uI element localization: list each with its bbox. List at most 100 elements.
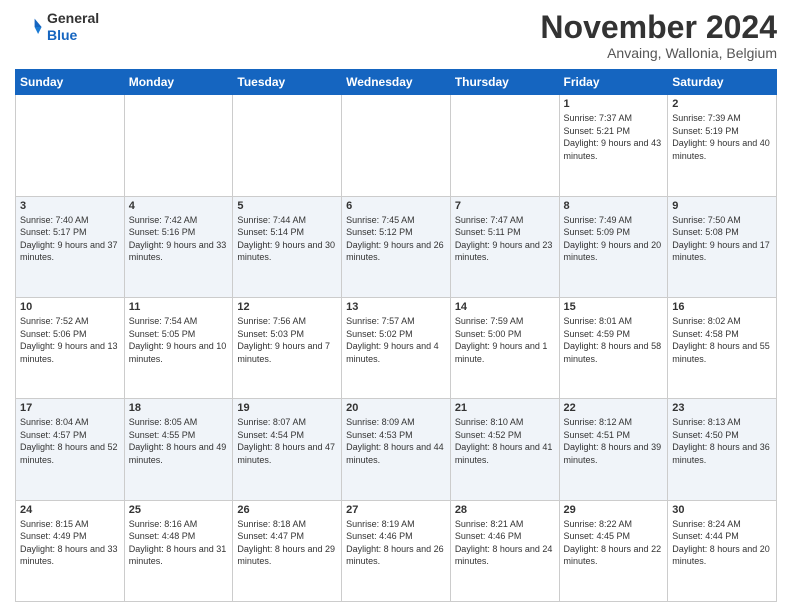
calendar-cell: 17 Sunrise: 8:04 AM Sunset: 4:57 PM Dayli… — [16, 399, 125, 500]
day-info: Sunrise: 7:37 AM Sunset: 5:21 PM Dayligh… — [564, 112, 664, 162]
day-number: 27 — [346, 504, 446, 516]
calendar: SundayMondayTuesdayWednesdayThursdayFrid… — [15, 69, 777, 602]
calendar-body: 1 Sunrise: 7:37 AM Sunset: 5:21 PM Daylig… — [16, 95, 777, 602]
logo-text: General Blue — [47, 10, 99, 44]
day-number: 16 — [672, 301, 772, 313]
day-number: 12 — [237, 301, 337, 313]
weekday-header-sunday: Sunday — [16, 70, 125, 95]
day-info: Sunrise: 8:13 AM Sunset: 4:50 PM Dayligh… — [672, 416, 772, 466]
day-info: Sunrise: 7:45 AM Sunset: 5:12 PM Dayligh… — [346, 214, 446, 264]
weekday-header-tuesday: Tuesday — [233, 70, 342, 95]
calendar-cell: 25 Sunrise: 8:16 AM Sunset: 4:48 PM Dayli… — [124, 500, 233, 601]
day-info: Sunrise: 8:15 AM Sunset: 4:49 PM Dayligh… — [20, 518, 120, 568]
calendar-cell: 23 Sunrise: 8:13 AM Sunset: 4:50 PM Dayli… — [668, 399, 777, 500]
day-number: 30 — [672, 504, 772, 516]
day-info: Sunrise: 8:19 AM Sunset: 4:46 PM Dayligh… — [346, 518, 446, 568]
day-info: Sunrise: 8:16 AM Sunset: 4:48 PM Dayligh… — [129, 518, 229, 568]
week-row-5: 24 Sunrise: 8:15 AM Sunset: 4:49 PM Dayli… — [16, 500, 777, 601]
week-row-4: 17 Sunrise: 8:04 AM Sunset: 4:57 PM Dayli… — [16, 399, 777, 500]
location: Anvaing, Wallonia, Belgium — [540, 45, 777, 61]
weekday-row: SundayMondayTuesdayWednesdayThursdayFrid… — [16, 70, 777, 95]
day-number: 24 — [20, 504, 120, 516]
page: General Blue November 2024 Anvaing, Wall… — [0, 0, 792, 612]
day-info: Sunrise: 7:56 AM Sunset: 5:03 PM Dayligh… — [237, 315, 337, 365]
day-info: Sunrise: 8:18 AM Sunset: 4:47 PM Dayligh… — [237, 518, 337, 568]
weekday-header-thursday: Thursday — [450, 70, 559, 95]
day-info: Sunrise: 8:24 AM Sunset: 4:44 PM Dayligh… — [672, 518, 772, 568]
calendar-cell: 9Sunrise: 7:50 AM Sunset: 5:08 PM Daylig… — [668, 196, 777, 297]
day-number: 25 — [129, 504, 229, 516]
day-number: 4 — [129, 200, 229, 212]
calendar-cell: 1 Sunrise: 7:37 AM Sunset: 5:21 PM Daylig… — [559, 95, 668, 196]
day-number: 19 — [237, 402, 337, 414]
day-number: 22 — [564, 402, 664, 414]
month-title: November 2024 — [540, 10, 777, 45]
day-number: 14 — [455, 301, 555, 313]
calendar-header: SundayMondayTuesdayWednesdayThursdayFrid… — [16, 70, 777, 95]
day-number: 21 — [455, 402, 555, 414]
calendar-cell: 20Sunrise: 8:09 AM Sunset: 4:53 PM Dayli… — [342, 399, 451, 500]
day-info: Sunrise: 7:42 AM Sunset: 5:16 PM Dayligh… — [129, 214, 229, 264]
day-number: 23 — [672, 402, 772, 414]
calendar-cell: 27 Sunrise: 8:19 AM Sunset: 4:46 PM Dayli… — [342, 500, 451, 601]
calendar-cell: 13 Sunrise: 7:57 AM Sunset: 5:02 PM Dayli… — [342, 297, 451, 398]
logo-general: General — [47, 10, 99, 27]
header: General Blue November 2024 Anvaing, Wall… — [15, 10, 777, 61]
logo-blue: Blue — [47, 27, 99, 44]
day-number: 1 — [564, 98, 664, 110]
calendar-cell: 6 Sunrise: 7:45 AM Sunset: 5:12 PM Daylig… — [342, 196, 451, 297]
calendar-cell: 16Sunrise: 8:02 AM Sunset: 4:58 PM Dayli… — [668, 297, 777, 398]
calendar-cell — [124, 95, 233, 196]
calendar-cell: 4 Sunrise: 7:42 AM Sunset: 5:16 PM Daylig… — [124, 196, 233, 297]
day-number: 29 — [564, 504, 664, 516]
day-info: Sunrise: 7:59 AM Sunset: 5:00 PM Dayligh… — [455, 315, 555, 365]
calendar-cell: 19 Sunrise: 8:07 AM Sunset: 4:54 PM Dayli… — [233, 399, 342, 500]
day-info: Sunrise: 8:09 AM Sunset: 4:53 PM Dayligh… — [346, 416, 446, 466]
weekday-header-wednesday: Wednesday — [342, 70, 451, 95]
day-number: 18 — [129, 402, 229, 414]
calendar-cell: 10 Sunrise: 7:52 AM Sunset: 5:06 PM Dayli… — [16, 297, 125, 398]
day-number: 17 — [20, 402, 120, 414]
day-info: Sunrise: 8:04 AM Sunset: 4:57 PM Dayligh… — [20, 416, 120, 466]
week-row-3: 10 Sunrise: 7:52 AM Sunset: 5:06 PM Dayli… — [16, 297, 777, 398]
day-number: 11 — [129, 301, 229, 313]
day-info: Sunrise: 7:54 AM Sunset: 5:05 PM Dayligh… — [129, 315, 229, 365]
day-number: 13 — [346, 301, 446, 313]
calendar-cell: 26Sunrise: 8:18 AM Sunset: 4:47 PM Dayli… — [233, 500, 342, 601]
day-info: Sunrise: 7:40 AM Sunset: 5:17 PM Dayligh… — [20, 214, 120, 264]
title-block: November 2024 Anvaing, Wallonia, Belgium — [540, 10, 777, 61]
day-info: Sunrise: 8:21 AM Sunset: 4:46 PM Dayligh… — [455, 518, 555, 568]
logo: General Blue — [15, 10, 99, 44]
calendar-cell — [450, 95, 559, 196]
calendar-cell — [342, 95, 451, 196]
day-info: Sunrise: 8:01 AM Sunset: 4:59 PM Dayligh… — [564, 315, 664, 365]
day-info: Sunrise: 7:39 AM Sunset: 5:19 PM Dayligh… — [672, 112, 772, 162]
day-info: Sunrise: 7:57 AM Sunset: 5:02 PM Dayligh… — [346, 315, 446, 365]
weekday-header-saturday: Saturday — [668, 70, 777, 95]
day-number: 15 — [564, 301, 664, 313]
day-number: 7 — [455, 200, 555, 212]
day-info: Sunrise: 7:52 AM Sunset: 5:06 PM Dayligh… — [20, 315, 120, 365]
week-row-2: 3Sunrise: 7:40 AM Sunset: 5:17 PM Daylig… — [16, 196, 777, 297]
day-number: 10 — [20, 301, 120, 313]
calendar-cell: 14 Sunrise: 7:59 AM Sunset: 5:00 PM Dayli… — [450, 297, 559, 398]
calendar-cell — [16, 95, 125, 196]
calendar-cell: 30 Sunrise: 8:24 AM Sunset: 4:44 PM Dayli… — [668, 500, 777, 601]
day-number: 28 — [455, 504, 555, 516]
calendar-cell: 3Sunrise: 7:40 AM Sunset: 5:17 PM Daylig… — [16, 196, 125, 297]
calendar-cell: 29Sunrise: 8:22 AM Sunset: 4:45 PM Dayli… — [559, 500, 668, 601]
calendar-cell: 5Sunrise: 7:44 AM Sunset: 5:14 PM Daylig… — [233, 196, 342, 297]
weekday-header-monday: Monday — [124, 70, 233, 95]
day-info: Sunrise: 7:49 AM Sunset: 5:09 PM Dayligh… — [564, 214, 664, 264]
day-number: 6 — [346, 200, 446, 212]
day-info: Sunrise: 8:10 AM Sunset: 4:52 PM Dayligh… — [455, 416, 555, 466]
calendar-cell: 11 Sunrise: 7:54 AM Sunset: 5:05 PM Dayli… — [124, 297, 233, 398]
logo-icon — [15, 13, 43, 41]
day-info: Sunrise: 8:12 AM Sunset: 4:51 PM Dayligh… — [564, 416, 664, 466]
calendar-cell: 24 Sunrise: 8:15 AM Sunset: 4:49 PM Dayli… — [16, 500, 125, 601]
day-number: 8 — [564, 200, 664, 212]
week-row-1: 1 Sunrise: 7:37 AM Sunset: 5:21 PM Daylig… — [16, 95, 777, 196]
calendar-cell: 22 Sunrise: 8:12 AM Sunset: 4:51 PM Dayli… — [559, 399, 668, 500]
calendar-cell: 18Sunrise: 8:05 AM Sunset: 4:55 PM Dayli… — [124, 399, 233, 500]
day-info: Sunrise: 8:07 AM Sunset: 4:54 PM Dayligh… — [237, 416, 337, 466]
